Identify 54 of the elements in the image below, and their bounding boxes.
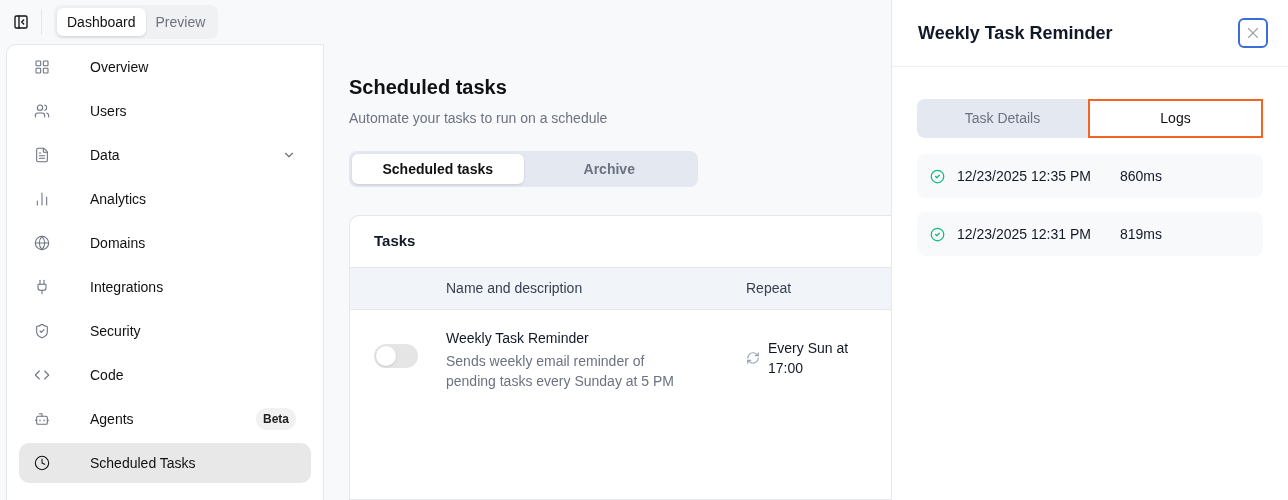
page-subtitle: Automate your tasks to run on a schedule — [349, 109, 609, 128]
clock-icon — [34, 455, 50, 471]
tab[interactable]: Scheduled tasks — [352, 154, 524, 184]
tab[interactable]: Task Details — [917, 99, 1088, 138]
plug-icon — [34, 279, 50, 295]
item-label: Overview — [90, 57, 150, 77]
page-title: Scheduled tasks — [349, 75, 508, 100]
sidebar-item[interactable]: Security — [19, 311, 311, 351]
item-label: Integrations — [90, 277, 165, 297]
column-header: Repeat — [746, 279, 792, 298]
item-label: Agents — [90, 409, 135, 429]
close-button[interactable] — [1238, 18, 1268, 48]
item-label: Users — [90, 101, 128, 121]
item-label: Security — [90, 321, 142, 341]
sidebar-item[interactable]: Overview — [19, 47, 311, 87]
view-tab[interactable]: Preview — [145, 8, 216, 36]
log-duration: 819ms — [1120, 224, 1163, 244]
shield-check-icon — [34, 323, 50, 339]
item-label: Analytics — [90, 189, 148, 209]
code-icon — [34, 367, 50, 383]
tab[interactable]: Archive — [523, 154, 695, 184]
document-icon — [34, 147, 50, 163]
repeat-text: Every Sun at 17:00 — [768, 339, 850, 378]
task-description: Sends weekly email reminder of pending tasks every Sunday at 5 PM — [446, 352, 676, 391]
log-duration: 860ms — [1120, 166, 1163, 186]
item-label: Domains — [90, 233, 147, 253]
users-icon — [34, 103, 50, 119]
robot-icon — [34, 411, 50, 427]
sidebar-item[interactable]: Integrations — [19, 267, 311, 307]
toggle-switch[interactable] — [374, 344, 418, 368]
card-title: Tasks — [374, 231, 416, 252]
repeat-icon — [746, 351, 760, 365]
sidebar-item[interactable]: Agents Beta — [19, 399, 311, 439]
drawer-title: Weekly Task Reminder — [918, 21, 1113, 45]
column-header: Name and description — [446, 279, 584, 298]
task-name: Weekly Task Reminder — [446, 329, 590, 348]
sidebar-toggle-icon[interactable] — [13, 14, 29, 30]
sidebar-item[interactable]: Scheduled Tasks — [19, 443, 311, 483]
item-label: Data — [90, 145, 121, 165]
sidebar-item[interactable]: Code — [19, 355, 311, 395]
sidebar-item[interactable]: Data — [19, 135, 311, 175]
log-time: 12/23/2025 12:31 PM — [957, 224, 1092, 244]
view-tab[interactable]: Dashboard — [57, 8, 146, 36]
log-time: 12/23/2025 12:35 PM — [957, 166, 1092, 186]
sidebar-item[interactable]: Users — [19, 91, 311, 131]
item-label: Code — [90, 365, 125, 385]
beta-tag: Beta — [256, 408, 296, 430]
globe-icon — [34, 235, 50, 251]
bar-chart-icon — [34, 191, 50, 207]
tab[interactable]: Logs — [1088, 99, 1263, 138]
sidebar-item[interactable]: Analytics — [19, 179, 311, 219]
item-label: Scheduled Tasks — [90, 453, 197, 473]
grid-icon — [34, 59, 50, 75]
sidebar-item[interactable]: Domains — [19, 223, 311, 263]
